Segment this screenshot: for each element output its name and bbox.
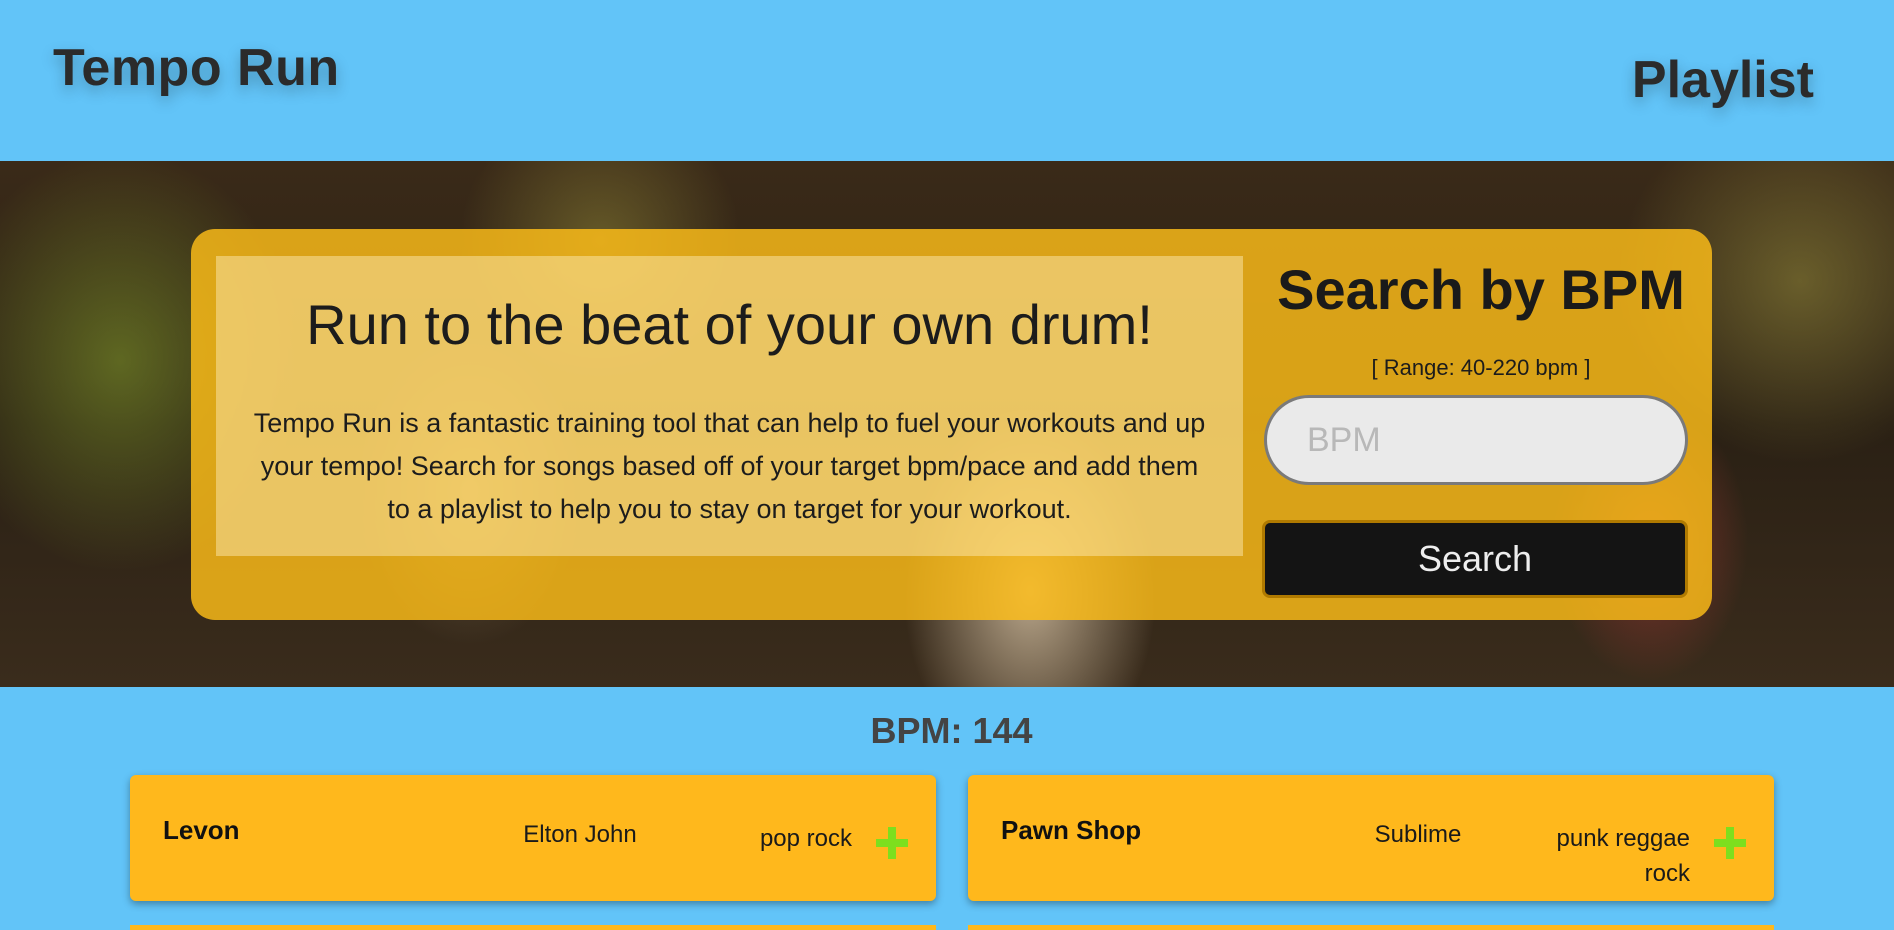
song-title: Pawn Shop	[1001, 815, 1142, 845]
plus-icon	[876, 827, 908, 859]
bpm-result-label: BPM: 144	[870, 710, 1033, 751]
song-card: Pawn Shop Sublime punk reggae rock	[968, 775, 1774, 901]
brand-logo-text[interactable]: Tempo Run	[53, 38, 340, 98]
intro-description: Tempo Run is a fantastic training tool t…	[253, 408, 1206, 524]
hero-card: Run to the beat of your own drum! Tempo …	[191, 229, 1712, 620]
nav-playlist-link[interactable]: Playlist	[1632, 50, 1814, 110]
hero-banner: Run to the beat of your own drum! Tempo …	[0, 161, 1894, 687]
song-card-partial	[130, 925, 936, 930]
plus-icon	[1714, 827, 1746, 859]
add-to-playlist-button[interactable]	[872, 823, 912, 863]
intro-title: Run to the beat of your own drum!	[306, 293, 1153, 356]
song-title: Levon	[163, 815, 240, 845]
add-to-playlist-button[interactable]	[1710, 823, 1750, 863]
intro-box: Run to the beat of your own drum! Tempo …	[216, 256, 1243, 556]
song-card-partial	[968, 925, 1774, 930]
range-note: [ Range: 40-220 bpm ]	[1371, 355, 1591, 380]
song-artist: Elton John	[523, 821, 637, 848]
song-genre: pop rock	[759, 825, 852, 852]
bpm-input[interactable]	[1264, 395, 1688, 485]
song-artist: Sublime	[1374, 821, 1462, 848]
search-button[interactable]: Search	[1262, 520, 1688, 598]
song-genre: punk reggae rock	[1556, 825, 1690, 887]
header: Tempo Run Playlist	[0, 0, 1894, 161]
search-title: Search by BPM	[1277, 258, 1685, 321]
song-card: Levon Elton John pop rock	[130, 775, 936, 901]
